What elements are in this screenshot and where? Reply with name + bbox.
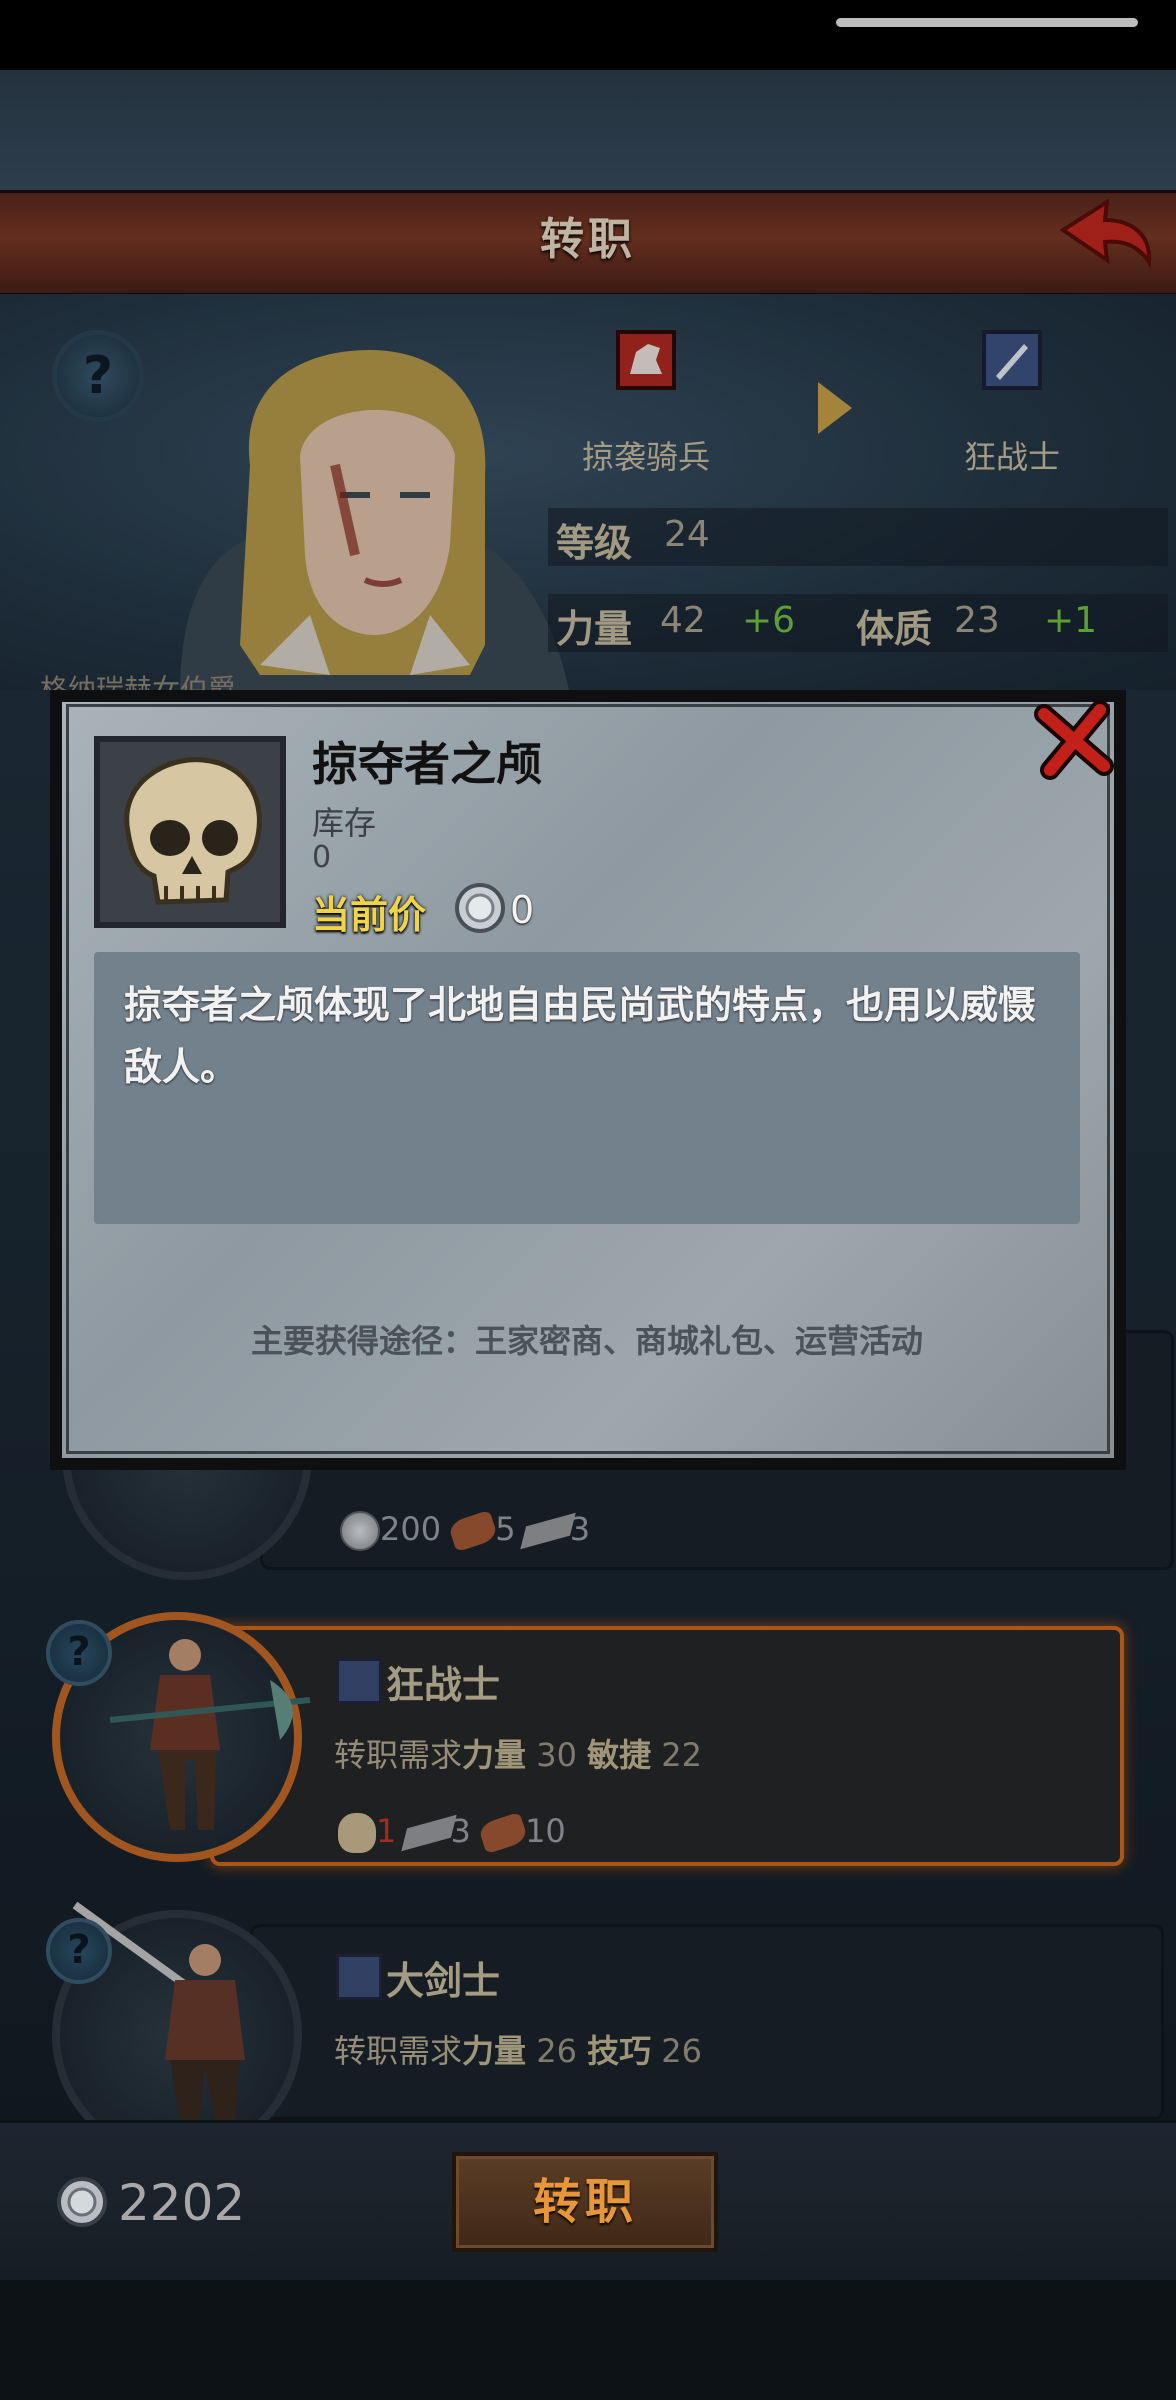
item-source: 主要获得途径：王家密商、商城礼包、运营活动 xyxy=(250,1322,923,1360)
home-indicator xyxy=(836,18,1138,27)
item-name: 掠夺者之颅 xyxy=(312,737,542,791)
stock-label: 库存 xyxy=(312,804,377,842)
status-bar xyxy=(0,0,1176,70)
job-change-button-label[interactable]: 转职 xyxy=(452,2152,718,2252)
skull-icon xyxy=(124,757,262,905)
silver-balance: 2202 xyxy=(118,2174,246,2232)
price-value: 0 xyxy=(510,888,535,932)
bottom-edge xyxy=(0,2280,1176,2400)
stock-value: 0 xyxy=(312,840,332,875)
price-label: 当前价 xyxy=(312,893,427,937)
item-description: 掠夺者之颅体现了北地自由民尚武的特点，也用以威慑敌人。 xyxy=(124,983,1037,1089)
silver-coin-icon xyxy=(455,883,505,933)
close-icon[interactable] xyxy=(1034,700,1114,780)
silver-coin-icon xyxy=(57,2177,107,2227)
top-background xyxy=(0,70,1176,190)
